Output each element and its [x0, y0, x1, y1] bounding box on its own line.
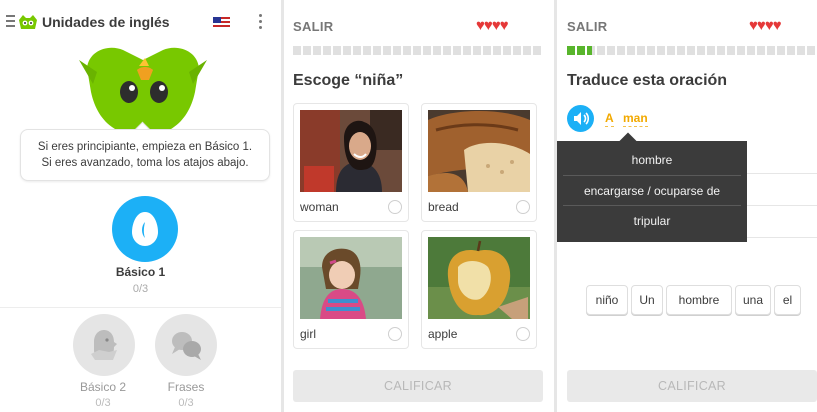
home-screen: Unidades de inglés Si eres principiante,…	[0, 0, 281, 412]
tooltip-option[interactable]: tripular	[557, 214, 747, 228]
bubble-line-2: Si eres avanzado, toma los atajos abajo.	[41, 157, 249, 169]
word-bank-chip[interactable]: hombre	[666, 285, 732, 315]
option-label: apple	[428, 327, 458, 341]
owl-logo-icon	[19, 15, 37, 29]
apple-photo	[428, 237, 530, 319]
speaker-icon	[574, 112, 590, 125]
skill-count: 0/3	[132, 283, 149, 295]
skill-basico-1-button[interactable]	[112, 196, 178, 262]
skill-count: 0/3	[178, 397, 194, 409]
lesson-progress-bar	[567, 46, 817, 55]
check-button[interactable]: CALIFICAR	[293, 370, 543, 402]
page-title: Unidades de inglés	[42, 14, 170, 30]
translate-lesson: SALIR ♥♥♥♥ Traduce esta oración A man ho…	[557, 0, 817, 412]
option-radio[interactable]	[516, 200, 530, 214]
tooltip-option[interactable]: hombre	[557, 153, 747, 167]
progress-fill	[567, 46, 592, 55]
more-vert-icon[interactable]	[258, 14, 264, 32]
word-bank-chip[interactable]: una	[735, 285, 771, 315]
play-audio-button[interactable]	[567, 105, 594, 132]
tooltip-option[interactable]: encargarse / ocuparse de	[557, 184, 747, 198]
hearts-indicator: ♥♥♥♥	[749, 17, 782, 34]
exercise-prompt: Escoge “niña”	[293, 72, 404, 89]
tooltip-pointer	[619, 132, 637, 150]
us-flag-icon[interactable]	[213, 17, 230, 29]
tooltip-divider	[563, 205, 741, 206]
option-radio[interactable]	[388, 327, 402, 341]
skill-label: Frases	[167, 380, 205, 394]
lesson-progress-bar	[293, 46, 543, 55]
skill-frases-button[interactable]	[155, 314, 217, 376]
option-radio[interactable]	[388, 200, 402, 214]
hint-word[interactable]: man	[623, 111, 648, 127]
answer-line	[747, 173, 817, 174]
hearts-indicator: ♥♥♥♥	[476, 17, 509, 34]
option-card-woman[interactable]: woman	[293, 103, 409, 222]
egg-icon	[132, 212, 158, 246]
word-bank-chip[interactable]: el	[774, 285, 801, 315]
skill-count: 0/3	[95, 397, 111, 409]
menu-icon[interactable]	[6, 15, 15, 27]
onboarding-bubble: Si eres principiante, empieza en Básico …	[20, 129, 270, 181]
bread-photo	[428, 110, 530, 192]
bubble-line-1: Si eres principiante, empieza en Básico …	[37, 141, 253, 153]
option-card-girl[interactable]: girl	[293, 230, 409, 349]
hint-word[interactable]: A	[605, 111, 614, 127]
option-card-bread[interactable]: bread	[421, 103, 537, 222]
answer-line	[747, 237, 817, 238]
word-bank-chip[interactable]: niño	[586, 285, 628, 315]
option-radio[interactable]	[516, 327, 530, 341]
skill-label: Básico 2	[79, 380, 127, 394]
hint-tooltip: hombre encargarse / ocuparse de tripular	[557, 132, 747, 242]
skill-label: Básico 1	[115, 265, 166, 279]
option-label: woman	[300, 200, 339, 214]
exit-button[interactable]: SALIR	[567, 19, 608, 34]
exit-button[interactable]: SALIR	[293, 19, 334, 34]
tooltip-divider	[563, 175, 741, 176]
girl-photo	[300, 237, 402, 319]
chick-icon	[91, 330, 117, 360]
word-bank-chip[interactable]: Un	[631, 285, 663, 315]
select-image-lesson: SALIR ♥♥♥♥ Escoge “niña” woman bread gir…	[284, 0, 554, 412]
option-label: bread	[428, 200, 459, 214]
answer-line	[747, 205, 817, 206]
divider	[0, 307, 281, 308]
option-card-apple[interactable]: apple	[421, 230, 537, 349]
woman-photo	[300, 110, 402, 192]
skill-basico-2-button[interactable]	[73, 314, 135, 376]
speech-bubbles-icon	[172, 332, 201, 360]
check-button[interactable]: CALIFICAR	[567, 370, 817, 402]
option-label: girl	[300, 327, 317, 341]
exercise-prompt: Traduce esta oración	[567, 72, 728, 89]
